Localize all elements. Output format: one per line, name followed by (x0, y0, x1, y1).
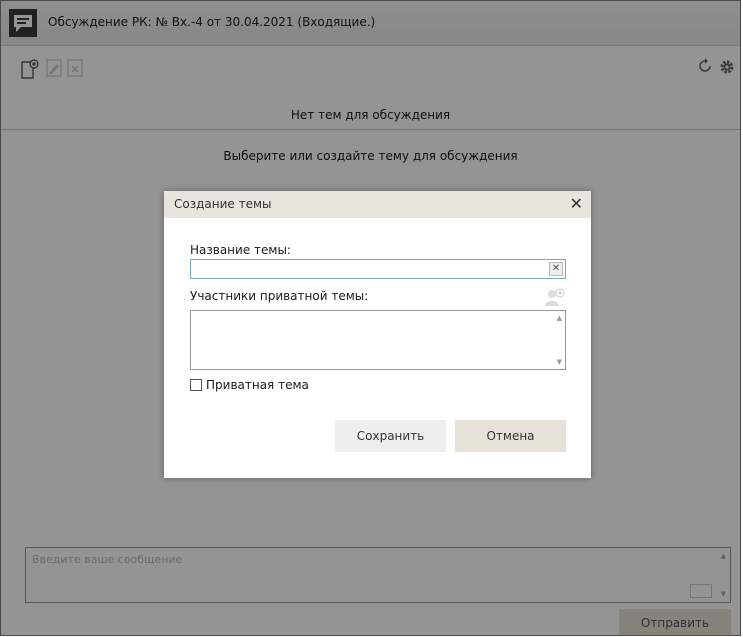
topic-name-label: Название темы: (190, 243, 291, 257)
topic-name-field[interactable]: ✕ (190, 259, 566, 279)
participants-label: Участники приватной темы: (190, 289, 369, 303)
clear-icon[interactable]: ✕ (549, 262, 563, 276)
dialog-title: Создание темы (174, 197, 272, 211)
close-icon[interactable]: ✕ (570, 194, 583, 213)
save-button[interactable]: Сохранить (335, 420, 446, 452)
scroll-up-icon[interactable]: ▲ (557, 314, 562, 322)
participants-list[interactable]: ▲ ▼ (190, 310, 566, 370)
cancel-button[interactable]: Отмена (455, 420, 566, 452)
create-topic-dialog: Создание темы ✕ Название темы: ✕ Участни… (164, 191, 591, 478)
discussion-window: Обсуждение РК: № Вх.-4 от 30.04.2021 (Вх… (0, 0, 741, 636)
add-participant-icon[interactable] (544, 286, 566, 308)
private-topic-checkbox[interactable] (190, 379, 202, 391)
private-topic-label[interactable]: Приватная тема (206, 378, 309, 392)
scroll-down-icon[interactable]: ▼ (557, 358, 562, 366)
topic-name-input[interactable] (195, 261, 535, 277)
dialog-header: Создание темы ✕ (164, 191, 591, 218)
